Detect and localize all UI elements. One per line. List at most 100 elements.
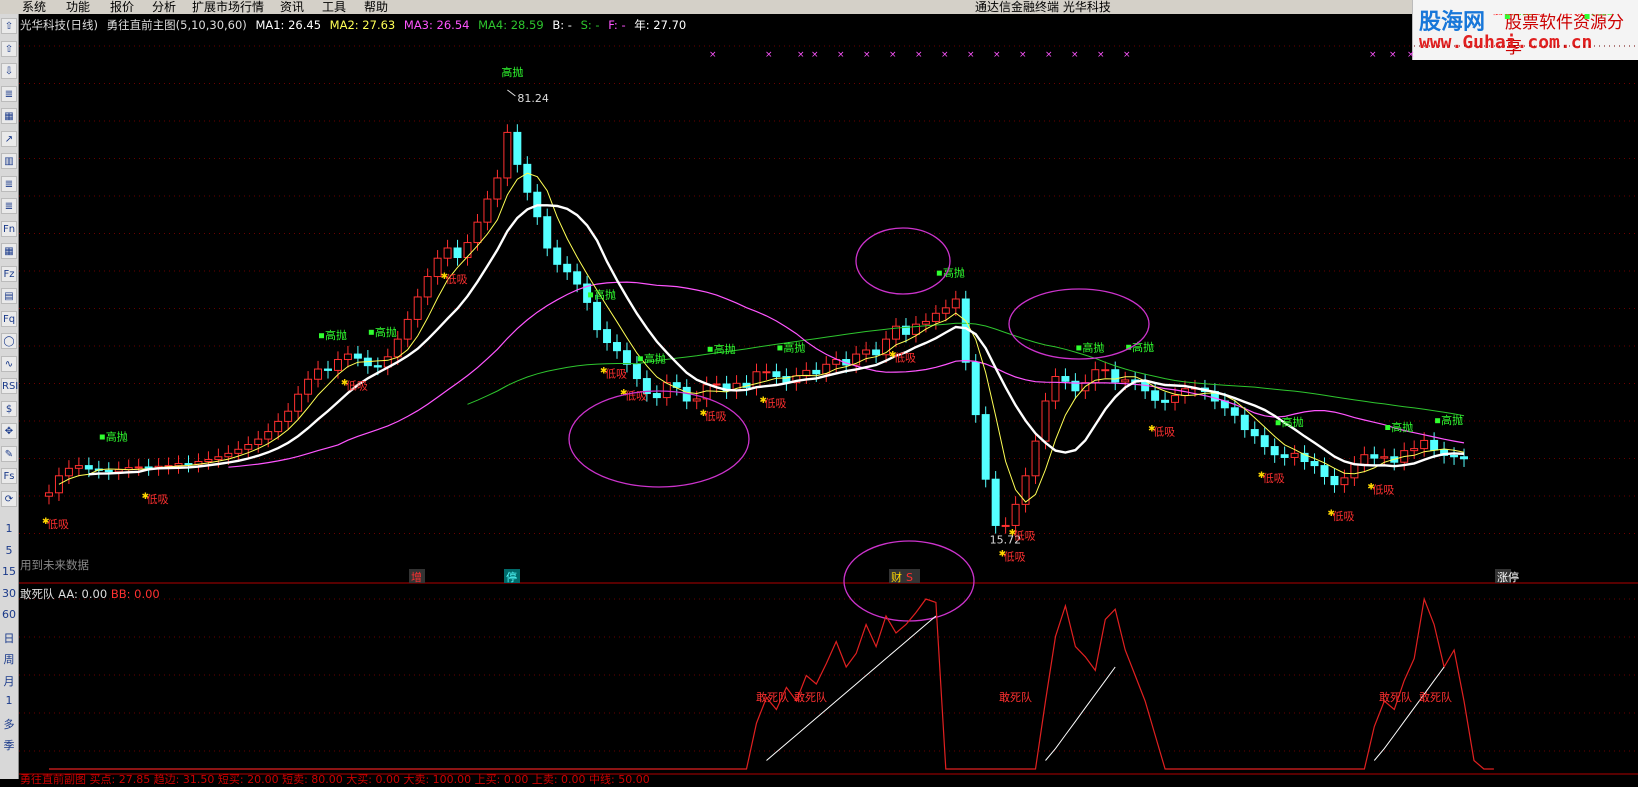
menu-item-system[interactable]: 系统 [22,0,46,14]
menu-item-help[interactable]: 帮助 [364,0,388,14]
toolbar-button-fq[interactable]: Fq [1,310,17,327]
wave-icon[interactable]: ∿ [1,355,17,372]
period-button[interactable]: 60 [0,608,18,621]
circle-icon[interactable]: ◯ [1,333,17,349]
list-icon[interactable]: ≣ [1,85,17,102]
candle-body [1370,454,1379,459]
candle-body [563,263,572,273]
low-buy-label: 低吸 [1263,472,1285,485]
money-icon[interactable]: $ [1,400,17,417]
list-icon[interactable]: ≣ [1,175,17,192]
candle-body [573,271,582,285]
dare-team-label: 敢死队 [1419,690,1452,704]
aa-value: AA: 0.00 [58,587,108,601]
arrow-up-icon[interactable]: ⇧ [1,18,17,34]
candle-body [1270,446,1279,456]
peak-top-label: 高抛 [501,65,523,79]
candle-body [443,247,452,259]
window-title: 通达信金融终端 光华科技 [975,0,1111,14]
candle-body [1171,395,1180,403]
future-data-label: 用到未来数据 [20,558,89,572]
period-button[interactable]: 5 [0,544,18,557]
dare-team-label: 敢死队 [1379,690,1412,704]
annotation-circle [568,390,750,488]
toolbar-button-fz[interactable]: Fz [1,265,17,282]
menu-item-tools[interactable]: 工具 [322,0,346,14]
candle-body [1250,429,1259,437]
candle-body [304,378,313,395]
toolbar-button-fn[interactable]: Fn [1,220,17,237]
signal-marker [777,345,783,351]
s-value: S: - [580,18,600,32]
refresh-icon[interactable]: ⟳ [1,490,17,507]
candle-body [872,349,881,356]
sub-indicator-name: 敢死队 [20,587,55,601]
bb-value: BB: 0.00 [110,587,160,601]
period-button[interactable]: 1 [0,694,18,707]
candle-body [1280,454,1289,458]
high-sell-label: 高抛 [1132,340,1154,354]
ma2-value: MA2: 27.63 [329,18,396,32]
peak-marker [507,89,516,97]
toolbar-button-rsi[interactable]: RSI [1,378,18,394]
toolbar-button-fs[interactable]: Fs [1,468,17,484]
candle-body [1240,414,1249,431]
menu-item-extended-market[interactable]: 扩展市场行情 [192,0,264,14]
period-button[interactable]: 周 [0,651,18,667]
period-button[interactable]: 月 [0,673,18,689]
low-buy-label: 低吸 [705,410,727,423]
menu-item-analysis[interactable]: 分析 [152,0,176,14]
sub-chart-header: 敢死队 AA: 0.00 BB: 0.00 [20,586,160,602]
event-label: 增 [411,570,422,584]
period-button[interactable]: 日 [0,630,18,646]
low-buy-label: 低吸 [1014,530,1036,543]
candle-body [1121,379,1130,383]
trend-icon[interactable]: ↗ [1,130,17,147]
candle-body [254,438,263,446]
candle-body [473,221,482,244]
tag-icon[interactable]: ▤ [1,288,17,304]
candle-body [1460,456,1469,460]
marker-icon: × [863,50,871,60]
chart-canvas[interactable]: 高抛81.2415.72高抛高抛高抛高抛高抛高抛高抛高抛高抛高抛高抛高抛高抛高抛… [19,14,1638,779]
period-button[interactable]: 季 [0,737,18,753]
candle-body [274,420,283,433]
candle-body [1031,440,1040,477]
pencil-icon[interactable]: ✎ [1,445,17,462]
marker-icon: × [1369,50,1377,60]
dare-team-label: 敢死队 [999,690,1032,704]
candle-body [1101,369,1110,372]
high-sell-label: 高抛 [325,328,347,342]
candle-body [423,276,432,298]
period-button[interactable]: 多 [0,716,18,732]
menu-item-quote[interactable]: 报价 [110,0,134,14]
candle-body [1111,369,1120,383]
dare-team-label: 敢死队 [756,690,789,704]
candle-body [1450,454,1459,458]
period-button[interactable]: 15 [0,565,18,578]
candle-body [1260,435,1269,448]
arrow-up-icon[interactable]: ⇧ [1,40,17,57]
candle-body [1230,407,1239,416]
period-button[interactable]: 1 [0,522,18,535]
list-icon[interactable]: ≣ [1,198,17,214]
candle-body [1350,463,1359,479]
sub-red-line [49,596,1494,770]
candle-body [632,363,641,380]
candle-body [1161,399,1170,403]
arrow-down-icon[interactable]: ⇩ [1,63,17,79]
low-buy-label: 低吸 [1522,14,1544,17]
marker-icon: × [967,50,975,60]
candle-icon[interactable]: ▥ [1,153,17,169]
candle-body [84,465,93,470]
menu-item-news[interactable]: 资讯 [280,0,304,14]
menu-item-function[interactable]: 功能 [66,0,90,14]
move-icon[interactable]: ✥ [1,423,17,439]
event-label: 停 [506,570,517,584]
period-button[interactable]: 30 [0,587,18,600]
grid-icon[interactable]: ▦ [1,243,17,259]
low-buy-label: 低吸 [764,397,786,410]
grid-icon[interactable]: ▦ [1,108,17,124]
candle-body [483,198,492,223]
candle-body [1061,376,1070,382]
